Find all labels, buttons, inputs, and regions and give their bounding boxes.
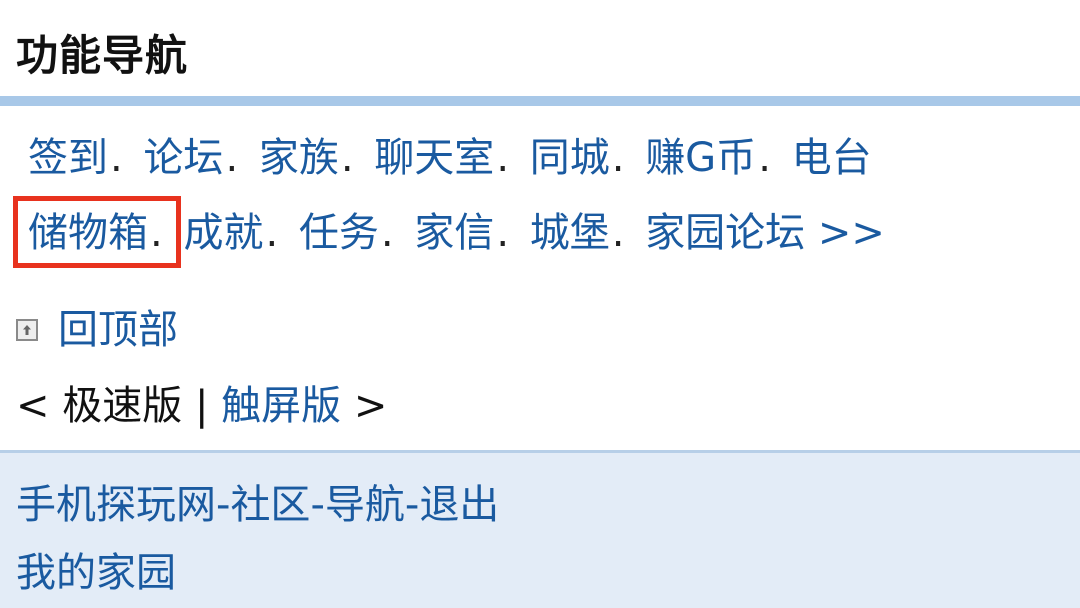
nav-separator: . (340, 135, 354, 181)
nav-link-family-letter[interactable]: 家信 (414, 210, 494, 256)
nav-separator: . (611, 135, 625, 181)
footer-link-my-home[interactable]: 我的家园 (16, 550, 176, 596)
nav-link-castle[interactable]: 城堡 (530, 210, 610, 256)
version-switcher: < 极速版 | 触屏版 > (16, 380, 387, 432)
nav-separator: . (496, 135, 510, 181)
nav-link-home-forum-more[interactable]: 家园论坛 >> (645, 210, 885, 256)
footer-link-logout[interactable]: 退出 (419, 482, 499, 528)
nav-link-earn-gcoin[interactable]: 赚G币 (645, 135, 756, 181)
footer-breadcrumb: 手机探玩网-社区-导航-退出 (16, 479, 499, 531)
footer-link-site-home[interactable]: 手机探玩网 (16, 482, 216, 528)
nav-separator: . (496, 210, 510, 256)
version-bracket-open: < (16, 383, 63, 429)
nav-separator: . (225, 135, 239, 181)
footer-my-home-row: 我的家园 (16, 547, 176, 599)
nav-separator: . (110, 135, 123, 181)
nav-link-achievements[interactable]: 成就 (183, 210, 263, 256)
footer-link-navigation[interactable]: 导航 (325, 482, 405, 528)
nav-row-1: 签到. 论坛. 家族. 聊天室. 同城. 赚G币. 电台 (28, 132, 882, 184)
nav-link-same-city[interactable]: 同城 (530, 135, 610, 181)
footer-link-community[interactable]: 社区 (230, 482, 310, 528)
arrow-up-box-icon[interactable] (16, 319, 38, 341)
nav-link-forum[interactable]: 论坛 (143, 135, 223, 181)
footer: 手机探玩网-社区-导航-退出 我的家园 (0, 450, 1080, 608)
version-divider: | (182, 383, 222, 429)
header: 功能导航 (0, 0, 1080, 96)
nav-link-chatroom[interactable]: 聊天室 (374, 135, 494, 181)
nav-separator: . (265, 210, 279, 256)
nav-link-tasks[interactable]: 任务 (299, 210, 379, 256)
header-divider-bar (0, 96, 1080, 106)
page-title: 功能导航 (16, 31, 189, 80)
nav-separator: . (758, 135, 771, 181)
breadcrumb-dash: - (216, 482, 231, 528)
back-to-top-row: 回顶部 (16, 304, 178, 356)
nav-link-family[interactable]: 家族 (259, 135, 339, 181)
highlight-box (13, 196, 181, 268)
nav-link-checkin[interactable]: 签到 (28, 135, 108, 181)
version-bracket-close: > (341, 383, 388, 429)
nav-link-radio[interactable]: 电台 (792, 135, 872, 181)
breadcrumb-dash: - (310, 482, 325, 528)
back-to-top-link[interactable]: 回顶部 (58, 304, 178, 356)
nav-separator: . (611, 210, 625, 256)
touch-version-link[interactable]: 触屏版 (221, 383, 341, 429)
lite-version-label: 极速版 (62, 383, 183, 429)
nav-separator: . (380, 210, 394, 256)
breadcrumb-dash: - (404, 482, 420, 528)
